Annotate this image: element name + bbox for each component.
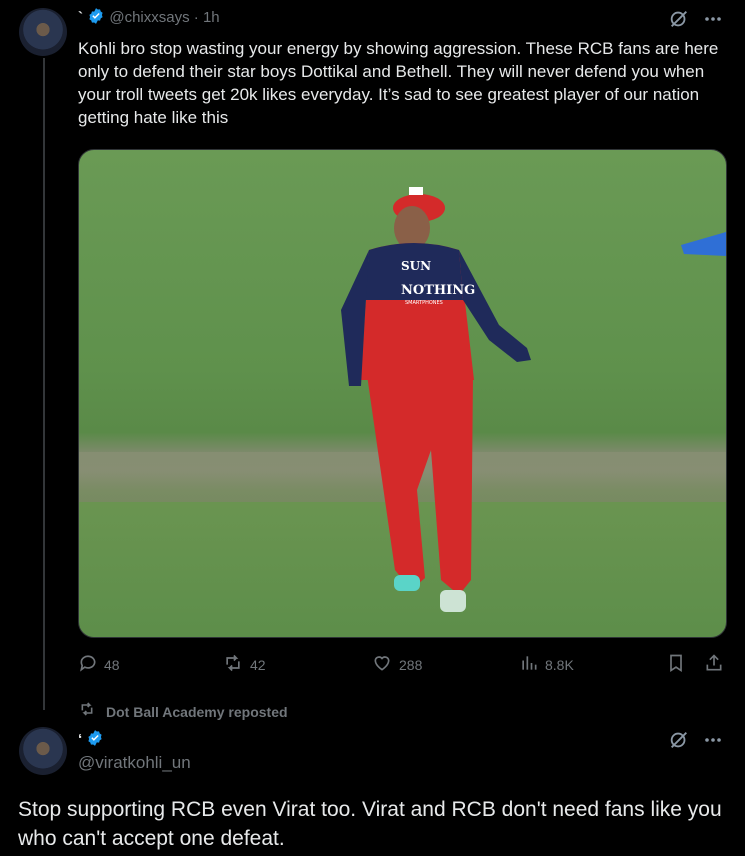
cricketer-figure: SUN NOTHING SMARTPHONES	[341, 187, 531, 612]
repost-icon	[222, 653, 244, 676]
views-icon	[519, 653, 539, 676]
jersey-sponsor-sub: SMARTPHONES	[405, 300, 443, 306]
handle[interactable]: @viratkohli_un	[78, 753, 191, 773]
timestamp[interactable]: 1h	[203, 9, 220, 26]
grok-icon[interactable]	[668, 729, 690, 751]
share-icon[interactable]	[704, 653, 724, 673]
separator: ·	[193, 9, 199, 26]
reply-button[interactable]: 48	[78, 653, 120, 676]
handle[interactable]: @chixxsays	[109, 9, 189, 26]
more-icon[interactable]	[704, 733, 722, 747]
tweet-header: ` @chixxsays · 1h	[78, 7, 220, 31]
thread-connector-line	[43, 58, 45, 710]
jersey-sponsor-main: NOTHING	[401, 283, 475, 298]
verified-badge-icon	[87, 7, 105, 31]
avatar[interactable]	[19, 8, 67, 56]
jersey-sponsor-top: SUN	[401, 259, 431, 273]
repost-count: 42	[250, 656, 266, 673]
grok-icon[interactable]	[668, 8, 690, 30]
tweet-media-image[interactable]: SUN NOTHING SMARTPHONES	[78, 149, 727, 638]
tweet-text: Stop supporting RCB even Virat too. Vira…	[18, 798, 722, 850]
reply-icon	[78, 653, 98, 676]
repost-indicator: Dot Ball Academy reposted	[78, 701, 288, 722]
repost-button[interactable]: 42	[222, 653, 266, 676]
verified-badge-icon	[86, 729, 104, 753]
repost-indicator-icon	[78, 701, 96, 722]
display-name[interactable]: ‘	[78, 731, 82, 748]
repost-label[interactable]: Dot Ball Academy reposted	[106, 704, 288, 720]
like-count: 288	[399, 656, 423, 673]
reply-count: 48	[104, 656, 120, 673]
tweet-text: Kohli bro stop wasting your energy by sh…	[78, 39, 719, 127]
views-button[interactable]: 8.8K	[519, 653, 574, 676]
tweet-header: ‘	[78, 729, 104, 753]
bookmark-icon[interactable]	[666, 653, 686, 673]
like-icon	[371, 653, 393, 676]
like-button[interactable]: 288	[371, 653, 422, 676]
views-count: 8.8K	[545, 656, 574, 673]
avatar[interactable]	[19, 727, 67, 775]
display-name[interactable]: `	[78, 9, 83, 26]
more-icon[interactable]	[704, 12, 722, 26]
